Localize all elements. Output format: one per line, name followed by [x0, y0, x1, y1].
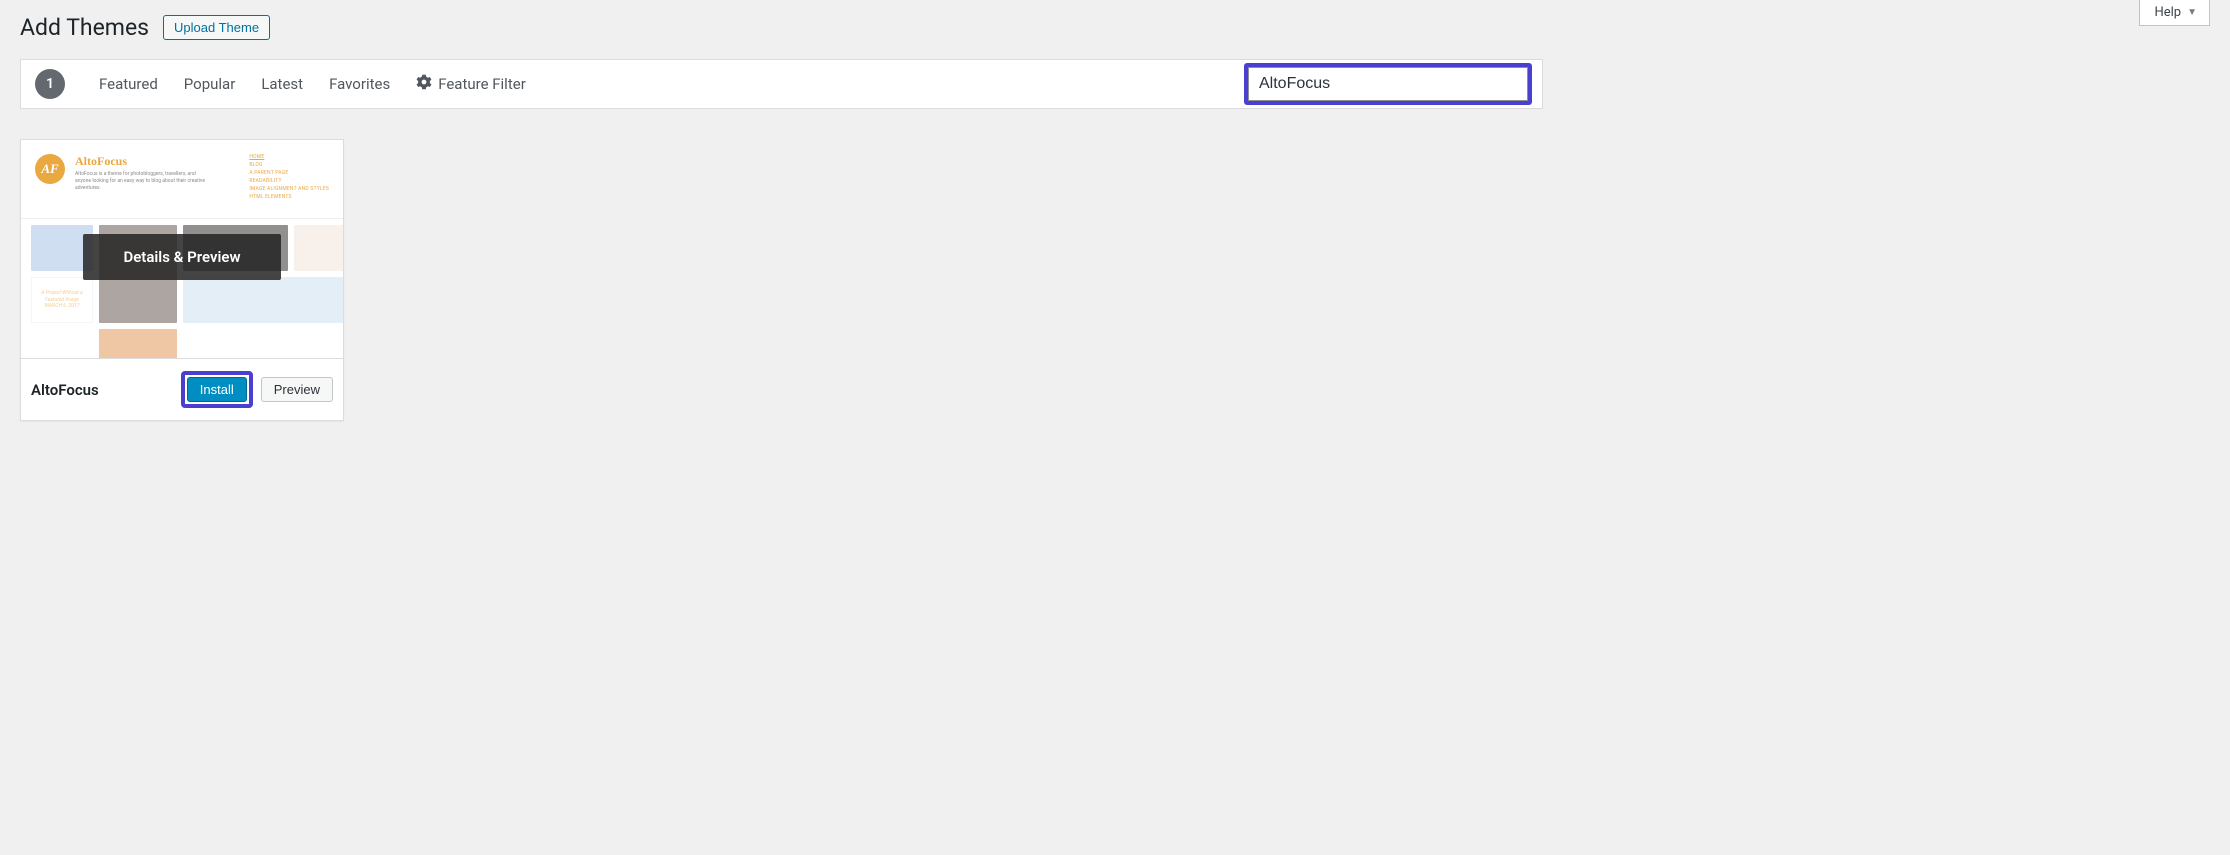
help-label: Help: [2154, 5, 2181, 20]
results-count-badge: 1: [35, 69, 65, 99]
screenshot-nav-item: A PARENT PAGE: [249, 170, 288, 176]
screenshot-nav-item: READABILITY: [249, 178, 281, 184]
themes-list: AF AltoFocus AltoFocus is a theme for ph…: [0, 139, 1563, 421]
preview-button[interactable]: Preview: [261, 377, 333, 402]
theme-footer: AltoFocus Install Preview: [21, 358, 343, 420]
theme-logo-icon: AF: [35, 154, 65, 184]
theme-screenshot: AF AltoFocus AltoFocus is a theme for ph…: [21, 140, 343, 358]
filter-bar: 1 Featured Popular Latest Favorites Feat…: [20, 59, 1543, 109]
screenshot-title: AltoFocus: [75, 154, 205, 169]
search-wrap: [1244, 63, 1528, 105]
upload-theme-button[interactable]: Upload Theme: [163, 15, 270, 40]
help-tab[interactable]: Help ▼: [2139, 0, 2210, 26]
filter-latest[interactable]: Latest: [261, 75, 303, 93]
gear-icon: [416, 74, 432, 94]
page-header: Add Themes Upload Theme: [0, 0, 1563, 49]
filter-featured[interactable]: Featured: [99, 75, 158, 93]
install-button[interactable]: Install: [187, 377, 247, 402]
theme-search-input[interactable]: [1248, 67, 1528, 101]
screenshot-nav-item: HOME: [249, 154, 264, 160]
details-preview-overlay[interactable]: Details & Preview: [83, 234, 281, 280]
screenshot-nav: HOME BLOG A PARENT PAGE READABILITY IMAG…: [249, 154, 329, 200]
screenshot-nav-item: IMAGE ALIGNMENT AND STYLES: [249, 186, 329, 192]
feature-filter-label: Feature Filter: [438, 75, 526, 93]
page-title: Add Themes: [20, 14, 149, 41]
screenshot-tile-text: MARCH 6, 2017: [44, 303, 79, 310]
theme-name: AltoFocus: [31, 381, 181, 399]
search-highlight: [1244, 63, 1532, 105]
feature-filter-button[interactable]: Feature Filter: [416, 74, 526, 94]
filter-popular[interactable]: Popular: [184, 75, 236, 93]
theme-card[interactable]: AF AltoFocus AltoFocus is a theme for ph…: [20, 139, 344, 421]
screenshot-nav-item: BLOG: [249, 162, 262, 168]
screenshot-desc: AltoFocus is a theme for photobloggers, …: [75, 171, 205, 192]
filter-favorites[interactable]: Favorites: [329, 75, 390, 93]
install-highlight: Install: [181, 371, 253, 408]
screenshot-nav-item: HTML ELEMENTS: [249, 194, 291, 200]
chevron-down-icon: ▼: [2187, 7, 2197, 18]
